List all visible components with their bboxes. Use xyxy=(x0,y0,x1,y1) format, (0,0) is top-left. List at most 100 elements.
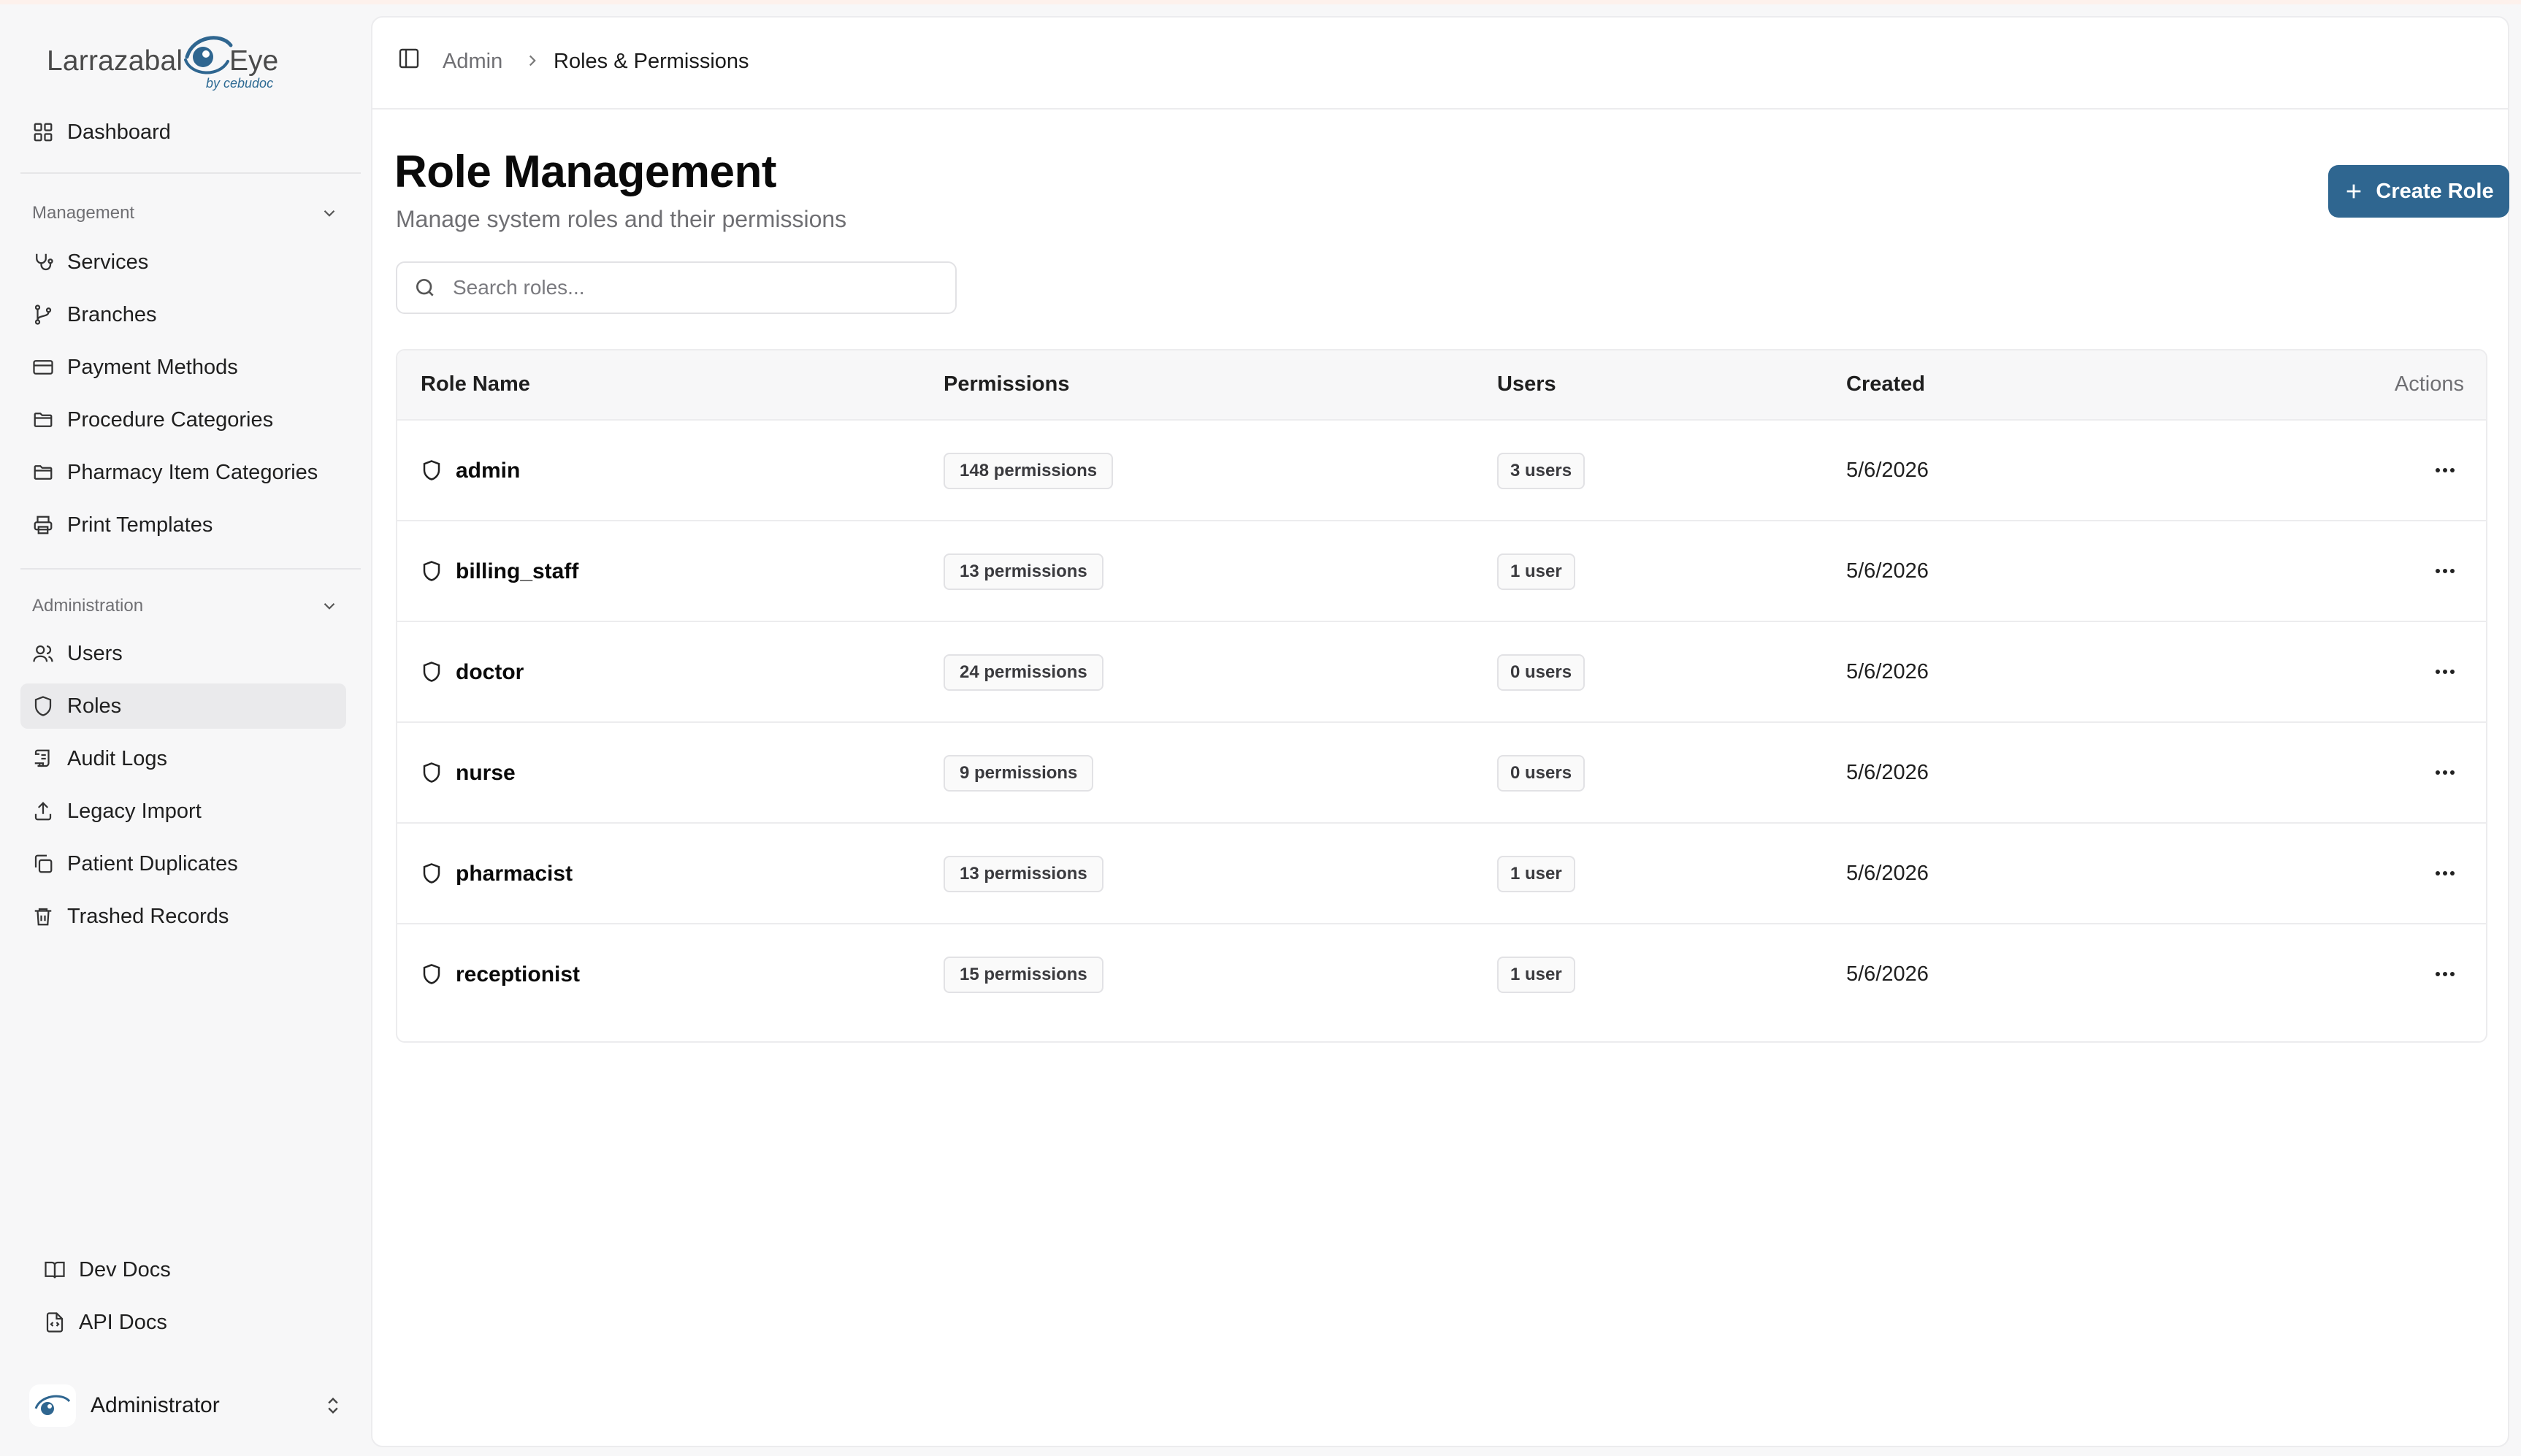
divider xyxy=(20,172,361,174)
chevron-right-icon xyxy=(529,55,536,66)
row-actions-button[interactable] xyxy=(2429,659,2461,685)
permissions-badge: 13 permissions xyxy=(944,856,1103,892)
role-name: admin xyxy=(456,459,521,483)
stethoscope-icon xyxy=(36,253,53,271)
sidebar-item-label: Legacy Import xyxy=(67,799,202,823)
users-icon xyxy=(33,645,53,662)
app-logo[interactable]: Larrazabal Eye by cebudoc xyxy=(45,25,279,98)
column-header-actions: Actions xyxy=(2394,372,2464,396)
more-horizontal-icon xyxy=(2436,468,2455,472)
group-label: Management xyxy=(32,203,135,223)
page-title: Role Management xyxy=(394,147,777,197)
permissions-badge: 24 permissions xyxy=(944,654,1103,691)
more-horizontal-icon xyxy=(2436,972,2455,976)
file-code-icon xyxy=(46,1312,64,1333)
sidebar-item-trashed-records[interactable]: Trashed Records xyxy=(20,894,346,939)
role-name: nurse xyxy=(456,761,516,785)
row-actions-button[interactable] xyxy=(2429,961,2461,987)
row-actions-button[interactable] xyxy=(2429,558,2461,584)
sidebar-item-label: Branches xyxy=(67,302,157,326)
git-branch-icon xyxy=(34,304,52,325)
sidebar-item-users[interactable]: Users xyxy=(20,631,346,676)
breadcrumb-admin-link[interactable]: Admin xyxy=(443,50,502,74)
create-role-label: Create Role xyxy=(2376,179,2494,203)
sidebar-item-roles[interactable]: Roles xyxy=(20,683,346,729)
permissions-badge: 15 permissions xyxy=(944,957,1103,993)
users-badge: 0 users xyxy=(1497,755,1585,792)
table-row[interactable]: doctor 24 permissions 0 users 5/6/2026 xyxy=(397,622,2486,723)
layout-grid-icon xyxy=(34,123,53,142)
table-row[interactable]: admin 148 permissions 3 users 5/6/2026 xyxy=(397,421,2486,521)
created-date: 5/6/2026 xyxy=(1846,660,1929,683)
row-actions-button[interactable] xyxy=(2429,759,2461,786)
eye-logo-icon xyxy=(34,1395,71,1415)
sidebar-item-audit-logs[interactable]: Audit Logs xyxy=(20,736,346,781)
role-name: billing_staff xyxy=(456,559,579,583)
plus-icon xyxy=(2347,184,2361,199)
sidebar-item-label: Dashboard xyxy=(67,120,171,144)
sidebar-item-pharmacy-item-categories[interactable]: Pharmacy Item Categories xyxy=(20,450,346,495)
permissions-badge: 148 permissions xyxy=(944,453,1114,489)
search-box xyxy=(396,261,957,314)
column-header-role-name: Role Name xyxy=(421,372,530,396)
table-row[interactable]: nurse 9 permissions 0 users 5/6/2026 xyxy=(397,723,2486,824)
sidebar-item-dashboard[interactable]: Dashboard xyxy=(20,110,346,155)
sidebar-item-label: Users xyxy=(67,641,123,665)
created-date: 5/6/2026 xyxy=(1846,862,1929,885)
sidebar-item-print-templates[interactable]: Print Templates xyxy=(20,502,346,548)
logo-text: Larrazabal xyxy=(47,45,183,77)
role-name: pharmacist xyxy=(456,862,573,886)
group-management-toggle[interactable]: Management xyxy=(32,203,339,223)
avatar xyxy=(29,1384,76,1427)
row-actions-button[interactable] xyxy=(2429,457,2461,483)
printer-icon xyxy=(34,516,53,534)
user-menu-button[interactable]: Administrator xyxy=(29,1384,343,1427)
more-horizontal-icon xyxy=(2436,770,2455,775)
table-row[interactable]: receptionist 15 permissions 1 user 5/6/2… xyxy=(397,924,2486,1025)
table-row[interactable]: billing_staff 13 permissions 1 user 5/6/… xyxy=(397,521,2486,622)
sidebar-item-label: Pharmacy Item Categories xyxy=(67,460,318,484)
shield-icon xyxy=(423,863,440,884)
top-bar: Admin Roles & Permissions xyxy=(372,18,2508,110)
permissions-badge: 9 permissions xyxy=(944,755,1094,792)
created-date: 5/6/2026 xyxy=(1846,761,1929,784)
group-administration-toggle[interactable]: Administration xyxy=(32,596,339,616)
sidebar-item-label: Audit Logs xyxy=(67,746,168,770)
shield-icon xyxy=(423,460,440,480)
sidebar-item-legacy-import[interactable]: Legacy Import xyxy=(20,789,346,834)
users-badge: 1 user xyxy=(1497,957,1575,993)
chevron-down-icon xyxy=(324,602,335,610)
sidebar-item-payment-methods[interactable]: Payment Methods xyxy=(20,345,346,390)
sidebar-item-procedure-categories[interactable]: Procedure Categories xyxy=(20,397,346,442)
search-input[interactable] xyxy=(453,276,949,299)
sidebar-item-branches[interactable]: Branches xyxy=(20,292,346,337)
eye-logo-icon xyxy=(184,36,233,74)
book-open-icon xyxy=(45,1261,65,1279)
row-actions-button[interactable] xyxy=(2429,860,2461,886)
sidebar-item-label: Services xyxy=(67,250,149,274)
sidebar-item-label: Procedure Categories xyxy=(67,407,274,432)
shield-icon xyxy=(423,662,440,682)
upload-icon xyxy=(34,802,52,821)
table-row[interactable]: pharmacist 13 permissions 1 user 5/6/202… xyxy=(397,824,2486,924)
sidebar-item-api-docs[interactable]: API Docs xyxy=(32,1300,346,1345)
users-badge: 1 user xyxy=(1497,553,1575,590)
more-horizontal-icon xyxy=(2436,569,2455,573)
sidebar-item-services[interactable]: Services xyxy=(20,240,346,285)
scroll-icon xyxy=(34,749,50,767)
user-name: Administrator xyxy=(91,1393,220,1417)
sidebar-item-label: Payment Methods xyxy=(67,355,238,379)
shield-icon xyxy=(423,561,440,581)
logo-eye-word: Eye xyxy=(229,45,279,77)
created-date: 5/6/2026 xyxy=(1846,459,1929,482)
sidebar-item-patient-duplicates[interactable]: Patient Duplicates xyxy=(20,841,346,886)
chevron-down-icon xyxy=(324,210,335,217)
copy-icon xyxy=(34,854,53,873)
sidebar-toggle-icon[interactable] xyxy=(397,47,421,70)
create-role-button[interactable]: Create Role xyxy=(2328,165,2509,218)
sidebar-item-label: Dev Docs xyxy=(79,1257,171,1281)
sidebar-item-dev-docs[interactable]: Dev Docs xyxy=(32,1247,346,1292)
table-header: Role Name Permissions Users Created Acti… xyxy=(397,350,2486,421)
users-badge: 1 user xyxy=(1497,856,1575,892)
search-icon xyxy=(416,279,434,296)
